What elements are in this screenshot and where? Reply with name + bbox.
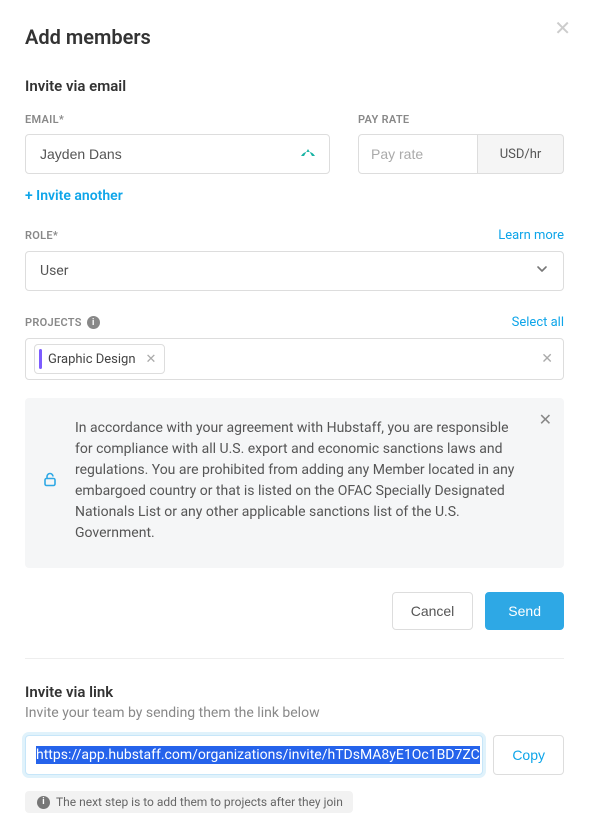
project-chip: Graphic Design ✕ [34,344,165,374]
payrate-column: PAY RATE USD/hr [358,113,564,174]
project-chip-label: Graphic Design [48,352,136,367]
hint-text: The next step is to add them to projects… [56,795,343,809]
section-divider [25,658,564,659]
invite-via-link-heading: Invite via link [25,683,564,701]
vpn-arc-icon [299,143,317,165]
copy-button[interactable]: Copy [493,735,564,775]
projects-header-row: PROJECTS i Select all [25,315,564,330]
email-payrate-row: EMAIL* PAY RATE USD/hr [25,113,564,174]
payrate-input[interactable] [358,134,478,174]
lock-icon [41,471,59,496]
payrate-unit: USD/hr [478,134,564,174]
info-icon: i [37,796,50,809]
invite-link-field[interactable]: https://app.hubstaff.com/organizations/i… [25,735,483,775]
invite-link-subtext: Invite your team by sending them the lin… [25,705,564,721]
role-select[interactable]: User [25,251,564,291]
chevron-down-icon [535,262,549,280]
compliance-notice: ✕ In accordance with your agreement with… [25,398,564,568]
email-column: EMAIL* [25,113,330,174]
email-label: EMAIL* [25,113,330,126]
cancel-button[interactable]: Cancel [392,592,474,630]
payrate-label: PAY RATE [358,113,564,126]
invite-link-row: https://app.hubstaff.com/organizations/i… [25,735,564,775]
action-buttons: Cancel Send [25,592,564,630]
invite-link-text: https://app.hubstaff.com/organizations/i… [36,746,480,764]
info-icon[interactable]: i [87,316,100,329]
learn-more-link[interactable]: Learn more [498,228,564,243]
project-color-bar [39,349,42,369]
compliance-text: In accordance with your agreement with H… [75,420,514,541]
payrate-group: USD/hr [358,134,564,174]
next-step-hint: i The next step is to add them to projec… [25,791,353,813]
invite-via-email-heading: Invite via email [25,77,564,95]
role-label: ROLE* [25,229,58,242]
modal-title: Add members [25,25,564,49]
close-notice-icon[interactable]: ✕ [539,408,552,432]
select-all-link[interactable]: Select all [512,315,564,330]
projects-multiselect[interactable]: Graphic Design ✕ ✕ [25,338,564,380]
email-input[interactable] [38,145,299,163]
role-header-row: ROLE* Learn more [25,228,564,243]
email-input-wrapper[interactable] [25,134,330,174]
projects-label: PROJECTS i [25,316,100,330]
add-members-modal: ✕ Add members Invite via email EMAIL* PA… [0,0,589,813]
clear-projects-icon[interactable]: ✕ [541,351,553,367]
remove-chip-icon[interactable]: ✕ [146,352,157,367]
send-button[interactable]: Send [485,592,564,630]
role-value: User [40,263,68,279]
invite-another-link[interactable]: + Invite another [25,188,564,204]
close-icon[interactable]: ✕ [554,18,571,38]
